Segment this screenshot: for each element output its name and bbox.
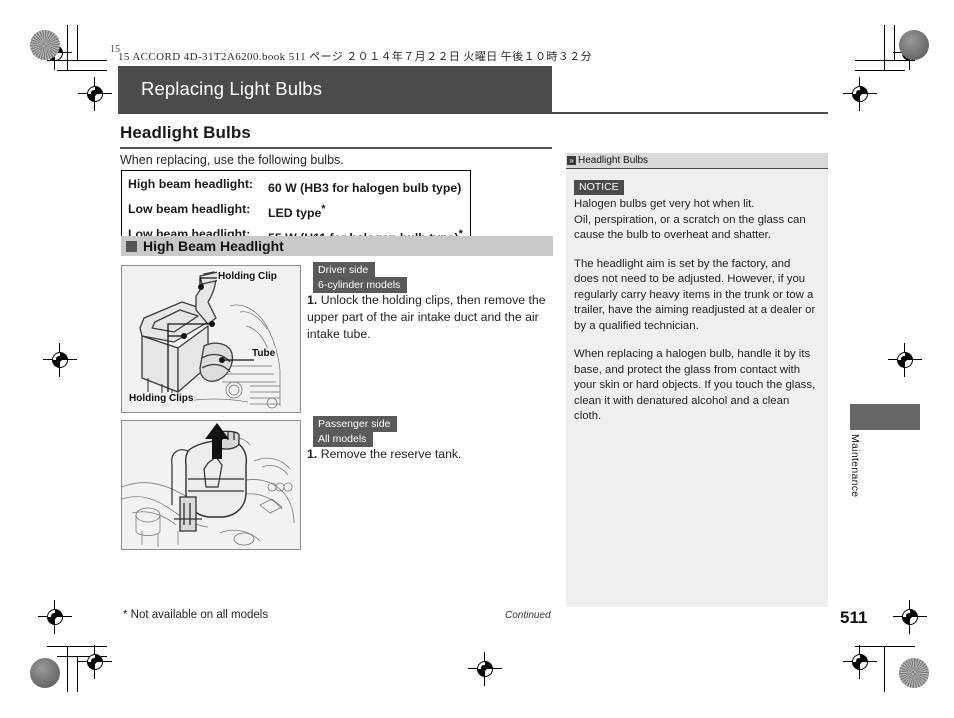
continued-label: Continued xyxy=(505,610,551,621)
step-text: Remove the reserve tank. xyxy=(320,447,462,461)
right-column-title: Headlight Bulbs xyxy=(578,155,649,166)
tag-all-models: All models xyxy=(313,431,374,447)
page-number: 511 xyxy=(840,608,868,627)
book-info-text: 15 ACCORD 4D-31T2A6200.book 511 ページ ２０１４… xyxy=(118,51,592,63)
step-1-passenger-side: 1. Remove the reserve tank. xyxy=(307,446,555,463)
table-row: Low beam headlight: LED type* xyxy=(122,199,470,224)
book-info-line: 15 ACCORD 4D-31T2A6200.book 511 ページ ２０１４… xyxy=(118,48,592,64)
subsection-bar: High Beam Headlight xyxy=(121,236,553,256)
tag-driver-side: Driver side xyxy=(313,262,376,278)
registration-mark-bottom-left-inner xyxy=(78,645,112,679)
thumb-tab-block xyxy=(850,404,920,430)
crop-line-top-right-h2 xyxy=(855,70,905,72)
air-intake-duct-drawing xyxy=(122,266,300,412)
crop-line-bottom-left-h2 xyxy=(57,656,107,658)
reserve-tank-illustration xyxy=(121,420,301,550)
right-column-body: NOTICE Halogen bulbs get very hot when l… xyxy=(566,169,828,607)
status-badge: NOTICE xyxy=(574,180,624,195)
crop-line-bottom-right-v xyxy=(884,646,886,692)
crop-line-bottom-left-v xyxy=(67,646,69,692)
air-intake-duct-illustration: Holding Clip Tube Holding Clips xyxy=(121,265,301,413)
aim-paragraph: The headlight aim is set by the factory,… xyxy=(574,257,816,332)
registration-mark-top-right-inner xyxy=(843,77,877,111)
step-number: 1. xyxy=(307,293,318,307)
right-column-header: » Headlight Bulbs xyxy=(566,153,828,168)
color-patch-top-right xyxy=(899,30,929,60)
step-number: 1. xyxy=(307,447,318,461)
figure-callout-tube: Tube xyxy=(251,348,277,359)
registration-mark-top-left-inner xyxy=(78,77,112,111)
handling-paragraph: When replacing a halogen bulb, handle it… xyxy=(574,348,816,422)
crop-line-top-right-v2 xyxy=(894,25,896,61)
page-title: Headlight Bulbs xyxy=(120,123,251,142)
step-text: Unlock the holding clips, then remove th… xyxy=(307,293,546,341)
reserve-tank-drawing xyxy=(122,421,300,549)
figure-callout-holding-clip: Holding Clip xyxy=(217,271,278,282)
chevron-double-right-icon: » xyxy=(567,156,576,165)
spec-value: 60 W (HB3 for halogen bulb type) xyxy=(268,174,470,199)
color-patch-bottom-left xyxy=(30,658,60,688)
color-patch-bottom-right xyxy=(899,658,929,688)
spec-label: Low beam headlight: xyxy=(128,202,251,217)
spec-value-text: 60 W (HB3 for halogen bulb type) xyxy=(268,181,462,196)
crop-line-top-left-v2 xyxy=(77,25,79,61)
footnote: * Not available on all models xyxy=(123,609,269,621)
table-row: High beam headlight: 60 W (HB3 for halog… xyxy=(122,174,470,199)
registration-mark-right-middle xyxy=(888,343,922,377)
notice-paragraph: Halogen bulbs get very hot when lit. Oil… xyxy=(574,198,806,241)
step-1-driver-side: 1. Unlock the holding clips, then remove… xyxy=(307,292,555,343)
registration-mark-bottom-right xyxy=(893,600,927,634)
color-patch-top-left xyxy=(30,30,60,60)
bullet-square-icon xyxy=(126,240,137,252)
thumb-tab-label: Maintenance xyxy=(849,434,861,498)
crop-line-bottom-left-h xyxy=(47,646,107,648)
section-divider xyxy=(120,147,552,149)
chapter-title-underline xyxy=(118,112,828,114)
spec-value: LED type* xyxy=(268,199,470,224)
chapter-title: Replacing Light Bulbs xyxy=(141,78,323,99)
spec-asterisk: * xyxy=(321,203,326,216)
crop-line-bottom-left-v2 xyxy=(77,656,79,692)
figure-callout-holding-clips: Holding Clips xyxy=(128,393,195,404)
registration-mark-bottom-center xyxy=(468,652,502,686)
subsection-title: High Beam Headlight xyxy=(143,238,284,254)
registration-mark-bottom-right-inner xyxy=(843,645,877,679)
crop-line-top-left-v xyxy=(67,25,69,71)
tag-6-cylinder-models: 6-cylinder models xyxy=(313,277,408,293)
spec-value-text: LED type xyxy=(268,206,322,221)
intro-text: When replacing, use the following bulbs. xyxy=(120,153,344,167)
registration-mark-left-middle xyxy=(43,343,77,377)
tag-passenger-side: Passenger side xyxy=(313,416,398,432)
chapter-title-bar: Replacing Light Bulbs xyxy=(118,66,552,112)
spec-label: High beam headlight: xyxy=(128,177,254,191)
registration-mark-bottom-left xyxy=(38,600,72,634)
crop-line-top-right-v xyxy=(884,25,886,71)
crop-line-top-left-h2 xyxy=(57,70,107,72)
